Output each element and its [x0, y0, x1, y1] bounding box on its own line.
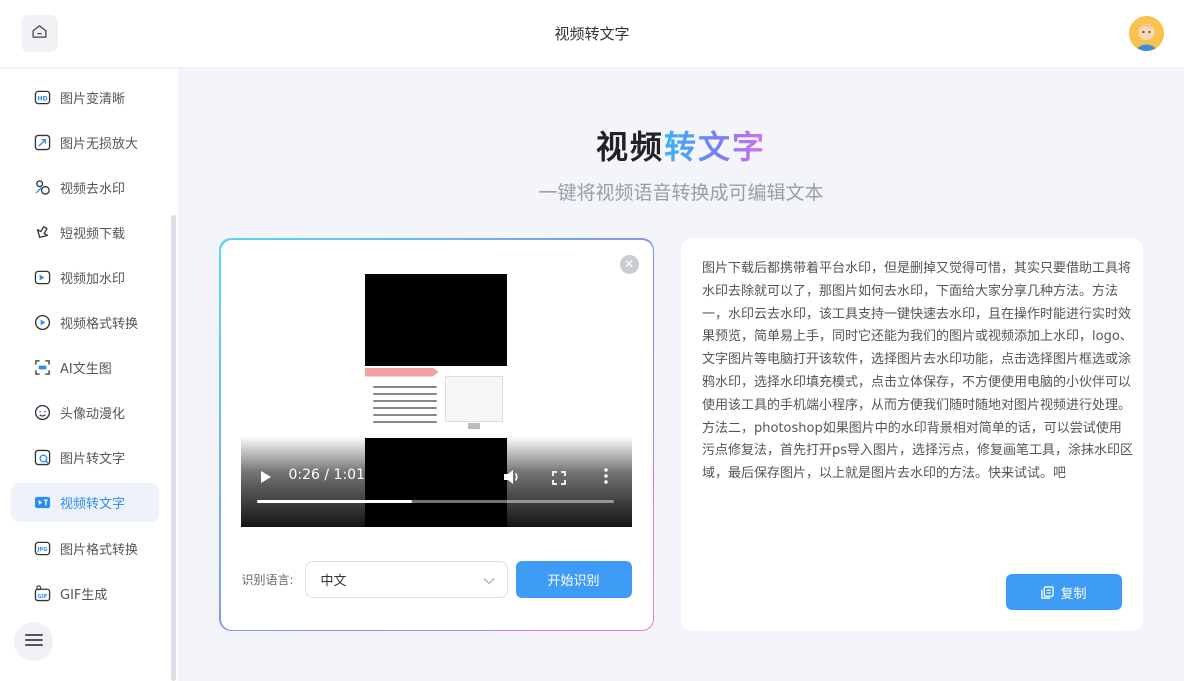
svg-text:HD: HD [37, 95, 47, 102]
link-download-icon [33, 224, 51, 242]
sidebar-item-label: GIF生成 [60, 588, 108, 603]
menu-icon [24, 632, 43, 651]
sidebar-item-gif-create[interactable]: GIF GIF生成 [11, 574, 159, 613]
ocr-ai-icon [33, 359, 51, 377]
sidebar-item-label: AI文生图 [60, 362, 112, 377]
start-recognition-button[interactable]: 开始识别 [515, 560, 632, 598]
main-subtitle: 一键将视频语音转换成可编辑文本 [538, 182, 824, 204]
sidebar-item-video-add-watermark[interactable]: 视频加水印 [11, 258, 159, 297]
video-controls: 0:26 / 1:01 [240, 435, 632, 527]
sidebar-item-short-video-download[interactable]: 短视频下载 [11, 213, 159, 252]
sidebar-item-label: 图片转文字 [60, 452, 126, 467]
main-heading: 视频转文字 [0, 122, 1184, 168]
sidebar-item-image-enhance[interactable]: HD 图片变清晰 [11, 78, 159, 117]
gif-icon: GIF [33, 585, 51, 603]
language-selected-value: 中文 [320, 573, 347, 589]
close-icon: ✕ [623, 257, 635, 271]
video-progress-bar[interactable] [256, 499, 614, 503]
main-heading-part1: 视频 [595, 128, 664, 166]
sidebar-item-image-to-text[interactable]: 图片转文字 [11, 438, 159, 477]
avatar-cartoon-icon [33, 404, 51, 422]
top-header: 视频转文字 [0, 0, 1184, 68]
video-to-text-icon [33, 494, 51, 512]
more-options-icon[interactable] [603, 467, 608, 488]
sidebar-item-image-format-convert[interactable]: JPG 图片格式转换 [11, 529, 159, 568]
language-label: 识别语言: [241, 572, 294, 587]
svg-text:GIF: GIF [37, 594, 47, 600]
play-icon[interactable] [260, 470, 271, 483]
video-progress-fill [256, 499, 413, 503]
image-to-text-icon [33, 449, 51, 467]
page-title: 视频转文字 [554, 25, 630, 43]
video-frame-preview [364, 365, 507, 438]
video-add-watermark-icon [33, 269, 51, 287]
sidebar-item-video-to-text[interactable]: 视频转文字 [11, 483, 159, 522]
sidebar-item-label: 视频转文字 [60, 497, 126, 512]
copy-icon [1041, 585, 1055, 599]
language-select[interactable]: 中文 [304, 560, 508, 598]
main-heading-part2: 转文字 [664, 128, 767, 166]
fullscreen-icon[interactable] [551, 470, 566, 489]
chevron-down-icon [483, 574, 495, 589]
sidebar-item-video-format-convert[interactable]: 视频格式转换 [11, 303, 159, 342]
result-text[interactable]: 图片下载后都携带着平台水印，但是删掉又觉得可惜，其实只要借助工具将水印去除就可以… [702, 258, 1134, 486]
copy-button-label: 复制 [1060, 586, 1087, 602]
avatar[interactable] [1129, 16, 1164, 51]
sidebar-item-label: 视频加水印 [60, 272, 126, 287]
sidebar-item-ai-text-to-image[interactable]: AI文生图 [11, 348, 159, 387]
video-time: 0:26 / 1:01 [288, 466, 366, 483]
sidebar-item-avatar-cartoon[interactable]: 头像动漫化 [11, 393, 159, 432]
video-player[interactable]: 0:26 / 1:01 [240, 273, 632, 527]
video-upload-card: ✕ 0:26 / 1:01 识别语言: 中文 开始识别 [219, 238, 654, 631]
hd-icon: HD [33, 89, 51, 107]
svg-text:JPG: JPG [36, 547, 47, 553]
sidebar-item-label: 头像动漫化 [60, 407, 126, 422]
copy-button[interactable]: 复制 [1006, 574, 1122, 610]
sidebar-item-label: 视频格式转换 [60, 317, 139, 332]
sidebar-scrollbar[interactable] [171, 215, 176, 681]
image-format-icon: JPG [33, 540, 51, 558]
sidebar-item-label: 短视频下载 [60, 227, 126, 242]
result-card: 图片下载后都携带着平台水印，但是删掉又觉得可惜，其实只要借助工具将水印去除就可以… [681, 238, 1143, 631]
sidebar-item-label: 图片变清晰 [60, 92, 126, 107]
collapse-menu-button[interactable] [14, 622, 53, 661]
volume-icon[interactable] [503, 469, 521, 489]
sidebar-item-label: 图片格式转换 [60, 543, 139, 558]
remove-video-button[interactable]: ✕ [619, 254, 639, 274]
video-convert-icon [33, 314, 51, 332]
